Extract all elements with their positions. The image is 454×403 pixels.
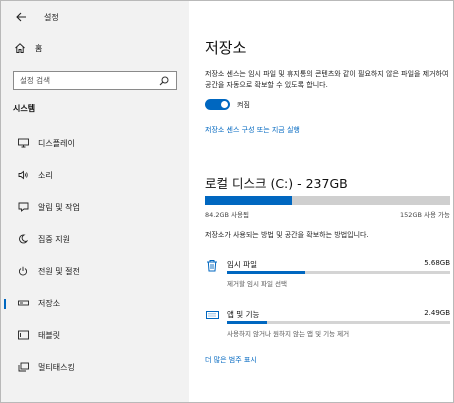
category-apps-features[interactable]: 앱 및 기능 2.49GB 사용하지 않거나 원하지 않는 앱 및 기능 제거 [205,306,450,340]
titlebar: 설정 [13,9,59,25]
home-label: 홈 [35,43,43,53]
keyboard-icon [205,308,219,322]
drive-usage-fill [205,196,292,205]
sidebar-item-label: 멀티태스킹 [38,362,75,372]
sidebar-item-tablet[interactable]: 태블릿 [1,319,189,351]
moon-icon [17,233,29,245]
category-usage-bar [227,321,450,324]
notification-icon [17,201,29,213]
sidebar-item-label: 저장소 [38,298,61,308]
category-size: 5.68GB [424,259,450,267]
sidebar-item-label: 전원 및 절전 [38,266,80,276]
home-icon [13,41,27,55]
storage-icon [17,297,29,309]
sidebar-nav: 디스플레이 소리 알림 및 작업 집중 지원 전원 및 절전 저장소 태블릿 멀… [1,127,189,383]
category-usage-fill [227,321,268,324]
category-size: 2.49GB [424,309,450,317]
drive-used-label: 84.2GB 사용됨 [205,211,249,219]
category-usage-bar [227,271,450,274]
sidebar-item-display[interactable]: 디스플레이 [1,127,189,159]
page-title: 저장소 [205,39,247,57]
speaker-icon [17,169,29,181]
back-arrow-icon[interactable] [13,9,29,25]
sidebar-item-multitasking[interactable]: 멀티태스킹 [1,351,189,383]
settings-window: 설정 홈 설정 검색 시스템 디스플레이 소리 알림 및 작업 집중 지원 전원… [0,0,454,403]
sidebar-item-label: 소리 [38,170,53,180]
sidebar-item-focus-assist[interactable]: 집중 지원 [1,223,189,255]
trash-icon [205,258,219,272]
storage-sense-description: 저장소 센스는 임시 파일 및 휴지통의 콘텐츠와 같이 필요하지 않은 파일을… [205,70,449,89]
app-title: 설정 [44,12,59,22]
sidebar-item-label: 집중 지원 [38,234,70,244]
sidebar-item-label: 알림 및 작업 [38,202,80,212]
drive-free-label: 152GB 사용 가능 [400,211,450,219]
category-name: 앱 및 기능 [227,310,260,319]
storage-usage-description: 저장소가 사용되는 방법 및 공간을 확보하는 방법입니다. [205,231,369,239]
category-description: 제거할 임시 파일 선택 [227,280,288,288]
search-input[interactable]: 설정 검색 [13,71,177,90]
sidebar-item-power[interactable]: 전원 및 절전 [1,255,189,287]
sidebar-item-storage[interactable]: 저장소 [1,287,189,319]
category-usage-fill [227,271,306,274]
search-placeholder: 설정 검색 [20,76,50,85]
sidebar-item-sound[interactable]: 소리 [1,159,189,191]
storage-sense-toggle-row: 켜짐 [205,99,250,110]
drive-title: 로컬 디스크 (C:) - 237GB [205,176,348,191]
main-content: 저장소 저장소 센스는 임시 파일 및 휴지통의 콘텐츠와 같이 필요하지 않은… [189,1,453,402]
multitasking-icon [17,361,29,373]
category-name: 임시 파일 [227,260,257,269]
power-icon [17,265,29,277]
storage-sense-toggle[interactable] [205,99,230,110]
sidebar-item-label: 태블릿 [38,330,61,340]
section-title: 시스템 [13,104,36,113]
sidebar-home[interactable]: 홈 [13,41,42,55]
configure-storage-sense-link[interactable]: 저장소 센스 구성 또는 지금 실행 [205,125,300,135]
monitor-icon [17,137,29,149]
show-more-categories-link[interactable]: 더 많은 범주 표시 [205,355,257,365]
category-temp-files[interactable]: 임시 파일 5.68GB 제거할 임시 파일 선택 [205,256,450,290]
sidebar-item-notifications[interactable]: 알림 및 작업 [1,191,189,223]
sidebar: 설정 홈 설정 검색 시스템 디스플레이 소리 알림 및 작업 집중 지원 전원… [1,1,189,402]
sidebar-item-label: 디스플레이 [38,138,75,148]
category-description: 사용하지 않거나 원하지 않는 앱 및 기능 제거 [227,330,350,338]
search-icon[interactable] [158,75,170,87]
drive-usage-bar [205,196,450,205]
tablet-icon [17,329,29,341]
toggle-state-label: 켜짐 [237,100,250,109]
